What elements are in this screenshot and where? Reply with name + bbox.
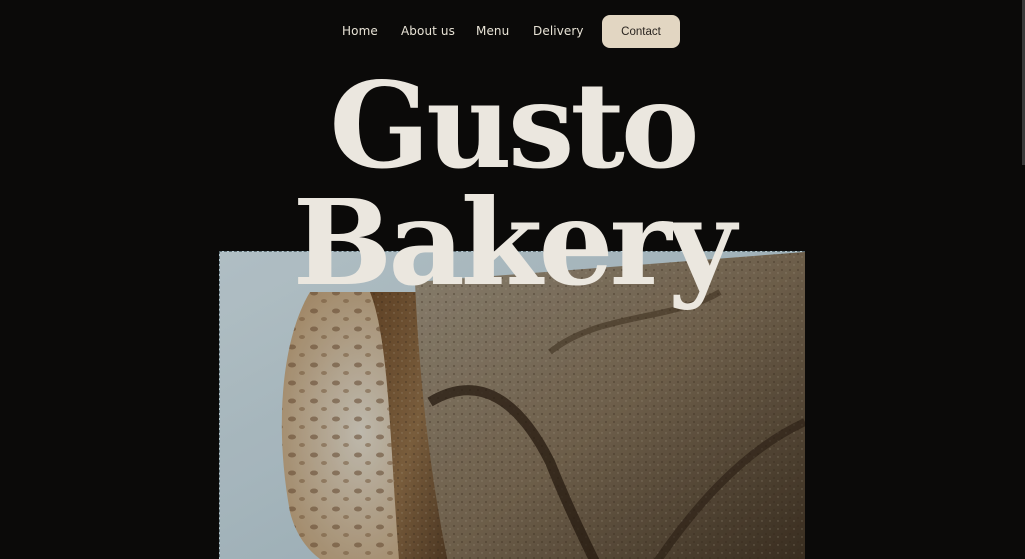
contact-button-label: Contact [621, 25, 661, 38]
contact-button[interactable]: Contact [602, 15, 680, 48]
nav-link-menu[interactable]: Menu [476, 24, 509, 38]
nav-link-about-us[interactable]: About us [401, 24, 455, 38]
hero-title-line-2: Bakery [292, 173, 737, 312]
nav-link-home[interactable]: Home [342, 24, 378, 38]
hero-title-line-1: Gusto [329, 56, 699, 195]
top-navigation: Home About us Menu Delivery Contact [0, 15, 1025, 48]
nav-link-delivery[interactable]: Delivery [533, 24, 584, 38]
